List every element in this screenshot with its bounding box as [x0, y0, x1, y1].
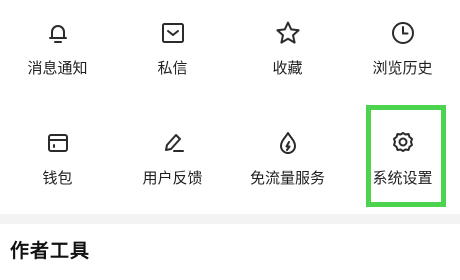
- wallet-label: 钱包: [42, 169, 73, 187]
- history-label: 浏览历史: [372, 59, 433, 77]
- section-title: 作者工具: [10, 240, 91, 262]
- menu-row-2: 钱包 用户反馈 免流量服务 系统设置: [0, 104, 460, 208]
- message-icon: [158, 18, 188, 48]
- system-settings-label: 系统设置: [372, 169, 433, 187]
- section-divider: [0, 214, 460, 224]
- data-free-service-label: 免流量服务: [249, 169, 325, 187]
- clock-icon: [388, 18, 418, 48]
- flame-icon: [273, 128, 303, 158]
- data-free-service-button[interactable]: 免流量服务: [230, 104, 345, 208]
- private-message-label: 私信: [157, 59, 188, 77]
- favorites-label: 收藏: [272, 59, 303, 77]
- gear-icon: [388, 128, 418, 158]
- feedback-label: 用户反馈: [142, 169, 203, 187]
- wallet-button[interactable]: 钱包: [0, 104, 115, 208]
- menu-row-1: 消息通知 私信 收藏 浏览历史: [0, 0, 460, 100]
- bell-icon: [43, 18, 73, 48]
- private-message-button[interactable]: 私信: [115, 0, 230, 100]
- system-settings-button[interactable]: 系统设置: [345, 104, 460, 208]
- wallet-icon: [43, 128, 73, 158]
- star-icon: [273, 18, 303, 48]
- pen-icon: [158, 128, 188, 158]
- feedback-button[interactable]: 用户反馈: [115, 104, 230, 208]
- favorites-button[interactable]: 收藏: [230, 0, 345, 100]
- history-button[interactable]: 浏览历史: [345, 0, 460, 100]
- notifications-label: 消息通知: [27, 59, 88, 77]
- notifications-button[interactable]: 消息通知: [0, 0, 115, 100]
